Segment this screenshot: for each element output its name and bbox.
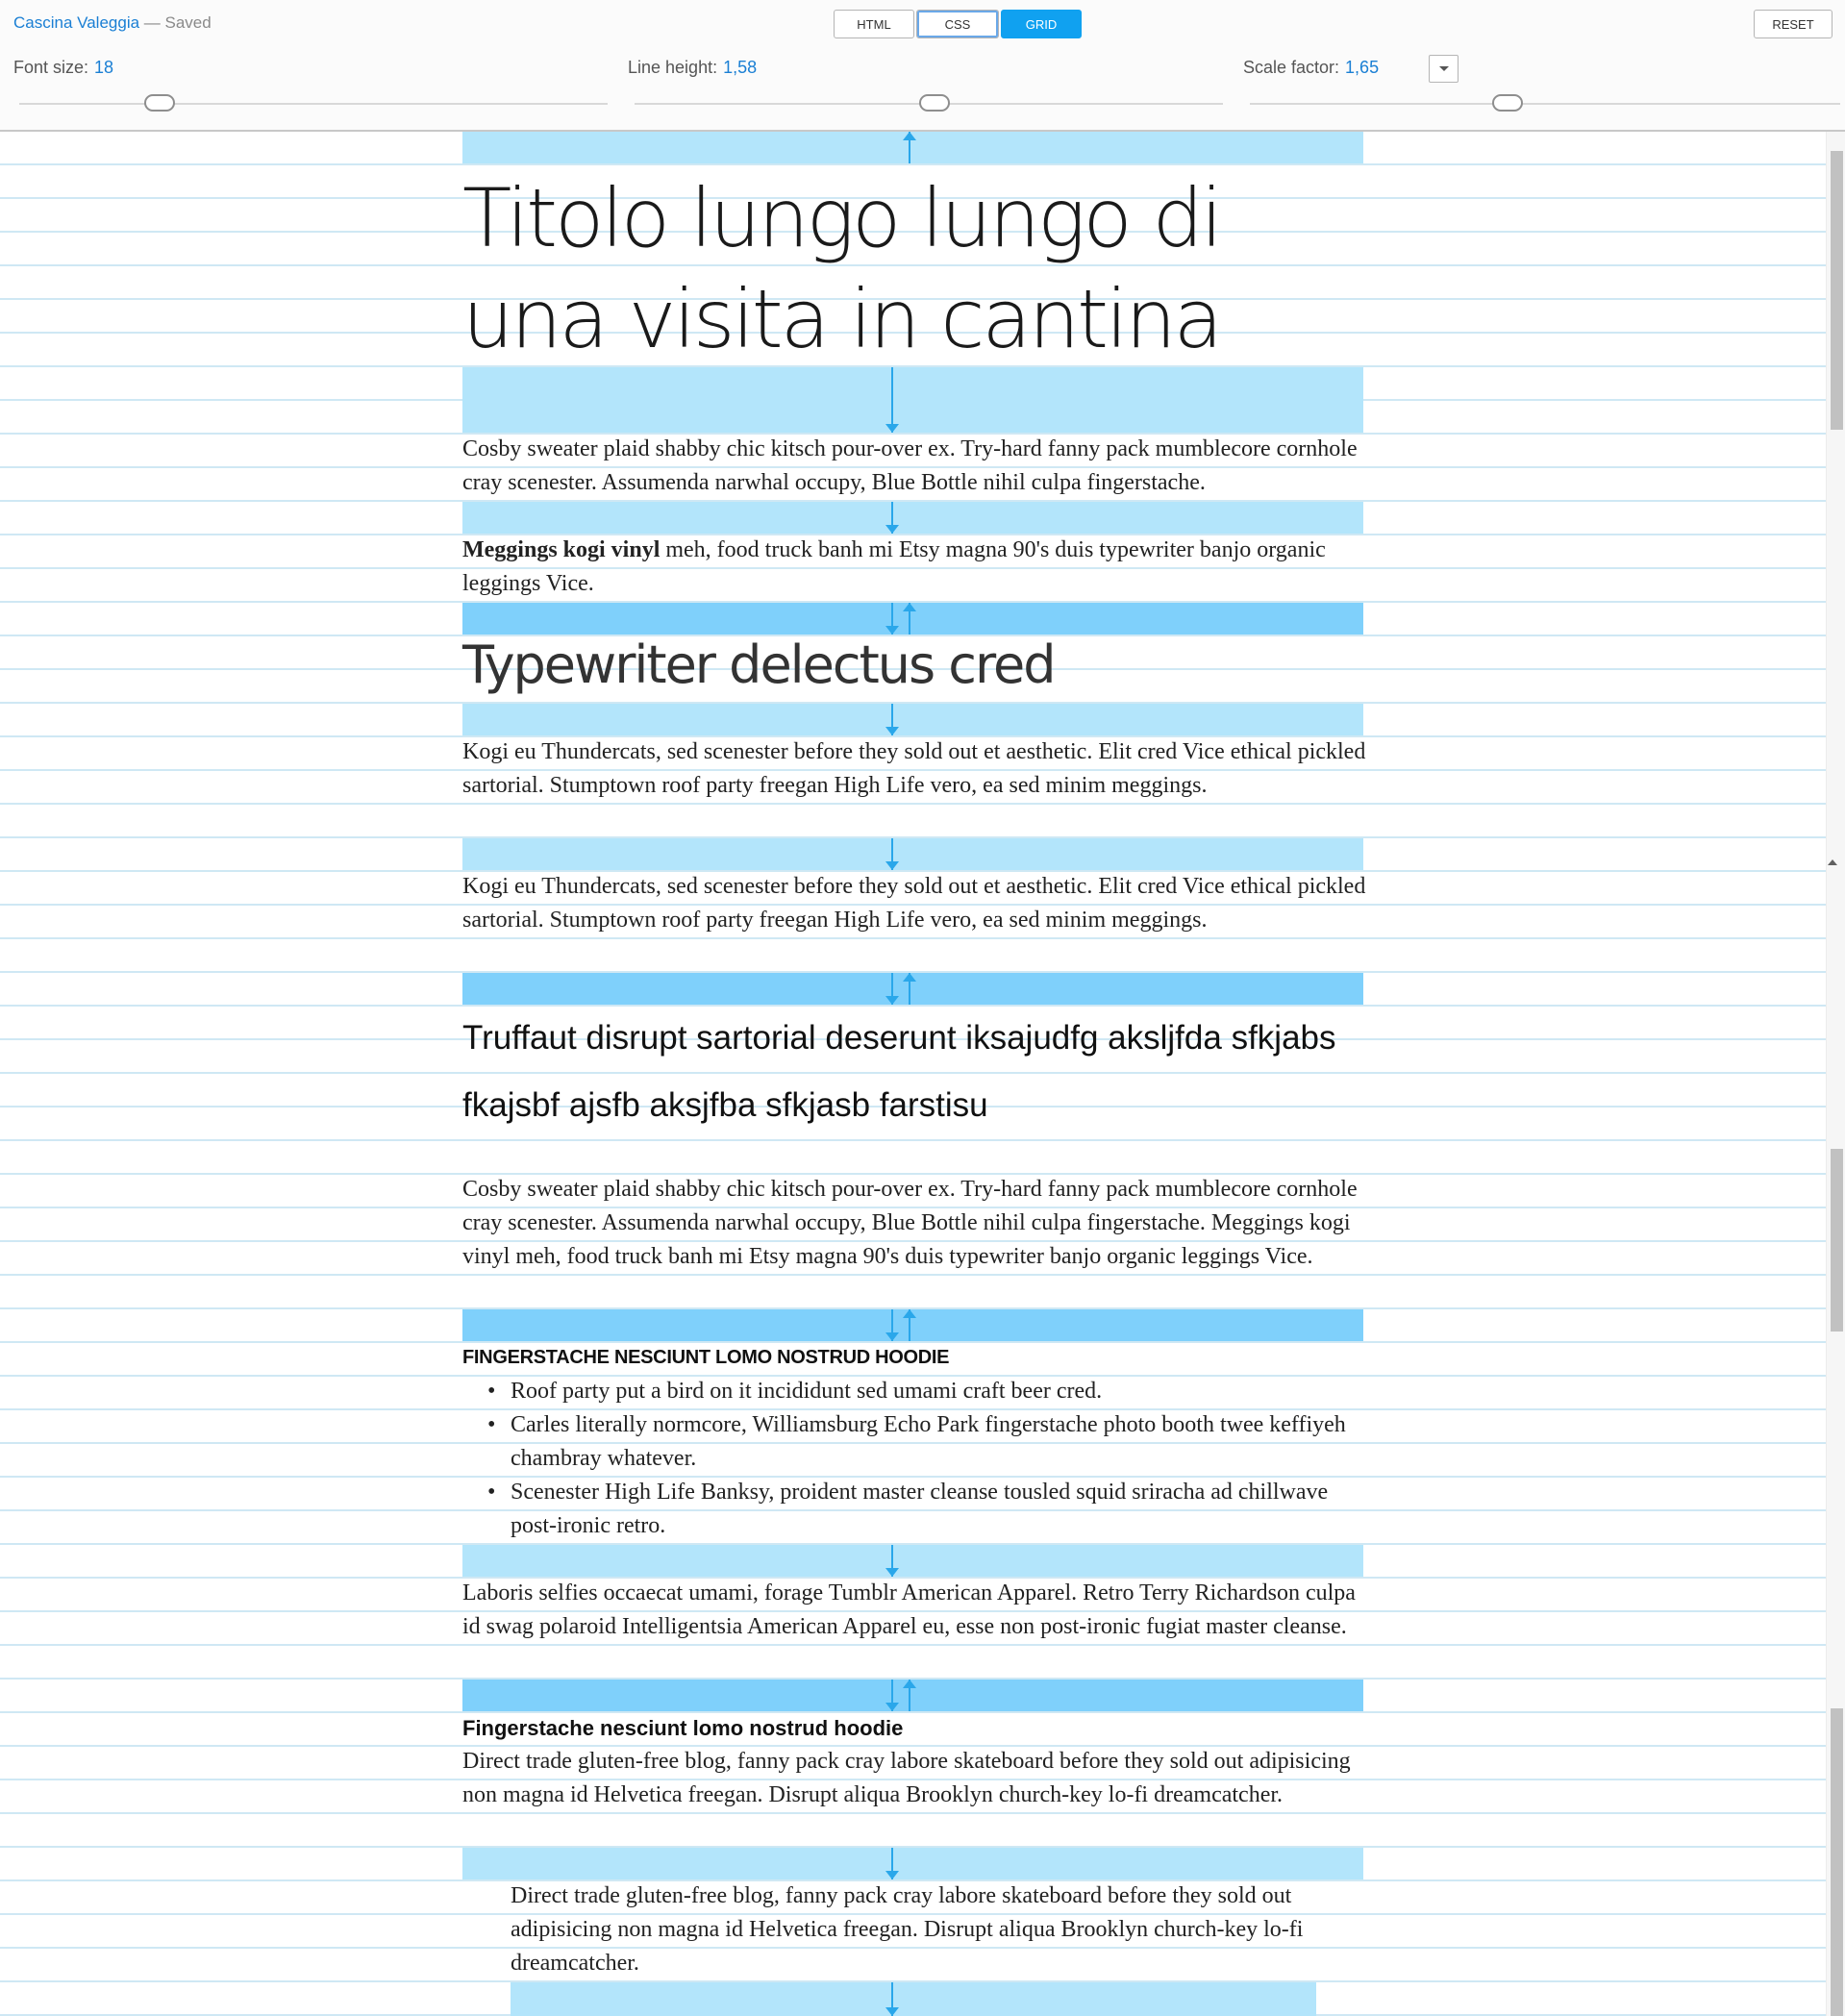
heading-h4-caps: FINGERSTACHE NESCIUNT LOMO NOSTRUD HOODI… [462,1347,950,1368]
h1-line-2: una visita in cantina [462,272,1223,366]
paragraph: Cosby sweater plaid shabby chic kitsch p… [462,436,1358,495]
arrow-down-icon [885,704,899,735]
arrow-down-icon [885,838,899,870]
arrow-down-icon [885,1545,899,1577]
view-mode-toggle: HTML CSS GRID [834,10,1082,38]
scale-factor-value: 1,65 [1345,58,1380,77]
list-item: Carles literally normcore, Williamsburg … [462,1408,1366,1476]
arrow-down-icon [885,367,899,433]
margin-band [462,1848,1363,1879]
paragraph: Cosby sweater plaid shabby chic kitsch p… [462,1177,1358,1269]
arrow-down-icon [885,1982,899,2016]
scale-factor-label: Scale factor: [1243,58,1340,77]
margin-band-overlap [462,603,1363,635]
arrow-up-icon [903,973,916,1005]
margin-band [511,1982,1316,2016]
arrow-down-icon [885,1309,899,1341]
margin-band [462,838,1363,870]
font-size-slider-thumb[interactable] [144,94,175,112]
line-height-control: Line height: 1,58 [628,58,757,78]
font-size-control: Font size: 18 [13,58,113,78]
arrow-up-icon [903,1680,916,1711]
list-item: Roof party put a bird on it incididunt s… [462,1375,1366,1408]
save-status: Saved [164,13,212,32]
arrow-down-icon [885,603,899,635]
margin-band-overlap [462,1309,1363,1341]
preview-canvas: Titolo lungo lungo di una visita in cant… [0,132,1845,2016]
document-name-link[interactable]: Cascina Valeggia [13,13,139,32]
scrollbar-thumb[interactable] [1831,1708,1843,2016]
arrow-up-icon [903,132,916,163]
bullet-list: Roof party put a bird on it incididunt s… [462,1375,1366,1543]
arrow-up-icon [903,603,916,635]
list-item: Scenester High Life Banksy, proident mas… [462,1476,1366,1543]
arrow-down-icon [885,502,899,534]
scrollbar-thumb[interactable] [1831,151,1843,430]
scale-factor-dropdown[interactable] [1429,55,1459,83]
margin-band [462,502,1363,534]
heading-h2: Typewriter delectus cred [462,635,1056,695]
margin-band-overlap [462,973,1363,1005]
html-mode-button[interactable]: HTML [834,10,914,38]
blockquote: Direct trade gluten-free blog, fanny pac… [511,1883,1304,1976]
bold-text: Meggings kogi vinyl [462,537,661,562]
scrollbar-thumb[interactable] [1831,1149,1843,1332]
arrow-down-icon [885,1848,899,1879]
scale-factor-control: Scale factor: 1,65 [1243,58,1379,78]
paragraph: Kogi eu Thundercats, sed scenester befor… [462,874,1366,933]
line-height-slider-thumb[interactable] [919,94,950,112]
heading-h1: Titolo lungo lungo di una visita in cant… [462,168,1357,370]
paragraph: Kogi eu Thundercats, sed scenester befor… [462,739,1366,798]
paragraph: Laboris selfies occaecat umami, forage T… [462,1580,1356,1639]
document-title: Cascina Valeggia — Saved [13,13,212,33]
margin-band [462,704,1363,735]
scale-factor-slider-thumb[interactable] [1492,94,1523,112]
title-separator: — [143,13,161,32]
chevron-down-icon [1438,65,1449,71]
reset-button[interactable]: RESET [1754,10,1833,38]
line-height-label: Line height: [628,58,718,77]
arrow-down-icon [885,973,899,1005]
margin-band-overlap [462,1680,1363,1711]
scrollbar[interactable] [1826,132,1845,2016]
font-size-value: 18 [94,58,114,77]
paragraph: Meggings kogi vinyl meh, food truck banh… [462,534,1366,601]
scroll-up-icon[interactable] [1828,859,1837,865]
font-size-label: Font size: [13,58,89,77]
arrow-up-icon [903,1309,916,1341]
grid-mode-button[interactable]: GRID [1001,10,1082,38]
margin-band [462,132,1363,163]
line-height-value: 1,58 [723,58,758,77]
arrow-down-icon [885,1680,899,1711]
h1-line-1: Titolo lungo lungo di [462,171,1223,265]
heading-h3: Truffaut disrupt sartorial deserunt iksa… [462,1019,1336,1124]
margin-band [462,1545,1363,1577]
paragraph: Direct trade gluten-free blog, fanny pac… [462,1749,1351,1807]
heading-h4: Fingerstache nesciunt lomo nostrud hoodi… [462,1716,904,1740]
font-size-slider-track[interactable] [19,103,608,105]
toolbar: Cascina Valeggia — Saved HTML CSS GRID R… [0,0,1845,132]
margin-band [462,367,1363,433]
scale-factor-slider-track[interactable] [1250,103,1840,105]
css-mode-button[interactable]: CSS [916,10,999,38]
